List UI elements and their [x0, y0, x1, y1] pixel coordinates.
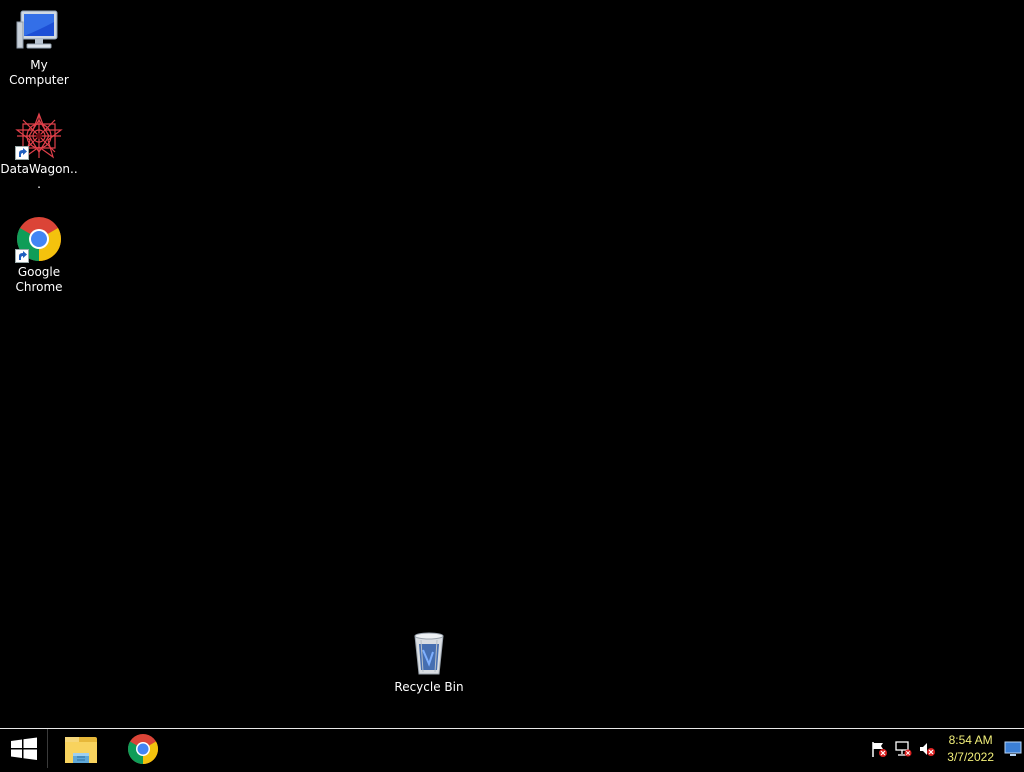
- clock-date: 3/7/2022: [947, 750, 994, 764]
- desktop-icon-label: DataWagon...: [0, 162, 78, 191]
- datawagon-icon: [15, 112, 63, 160]
- shortcut-arrow-icon: [15, 146, 29, 160]
- desktop-icon-google-chrome[interactable]: Google Chrome: [0, 215, 78, 295]
- recycle-bin-icon: [405, 630, 453, 678]
- taskbar-file-explorer[interactable]: [51, 729, 111, 768]
- system-tray: 8:54 AM 3/7/2022: [854, 729, 1024, 768]
- desktop-icon-datawagon[interactable]: DataWagon...: [0, 112, 78, 192]
- windows-logo-icon: [11, 737, 37, 760]
- show-desktop-icon: [1004, 741, 1022, 756]
- taskbar-chrome[interactable]: [113, 729, 173, 768]
- chrome-icon: [127, 734, 159, 764]
- clock-time: 8:54 AM: [948, 733, 993, 747]
- desktop-icon-label: Recycle Bin: [394, 680, 464, 694]
- action-center-flag-icon[interactable]: [870, 740, 888, 758]
- start-button[interactable]: [0, 729, 48, 768]
- desktop-icon-my-computer[interactable]: My Computer: [0, 8, 78, 88]
- taskbar-clock[interactable]: 8:54 AM 3/7/2022: [947, 732, 994, 766]
- file-explorer-icon: [65, 737, 97, 763]
- taskbar: 8:54 AM 3/7/2022: [0, 728, 1024, 768]
- volume-muted-icon[interactable]: [918, 740, 936, 758]
- network-icon[interactable]: [894, 740, 912, 758]
- show-desktop-button[interactable]: [1002, 737, 1024, 759]
- desktop-icon-label: Google Chrome: [15, 265, 63, 294]
- desktop-icon-recycle-bin[interactable]: Recycle Bin: [390, 630, 468, 695]
- desktop-icon-label: My Computer: [9, 58, 69, 87]
- desktop: My Computer DataWagon... Google Chrome R…: [0, 0, 1024, 728]
- computer-icon: [15, 8, 63, 56]
- chrome-icon: [15, 215, 63, 263]
- shortcut-arrow-icon: [15, 249, 29, 263]
